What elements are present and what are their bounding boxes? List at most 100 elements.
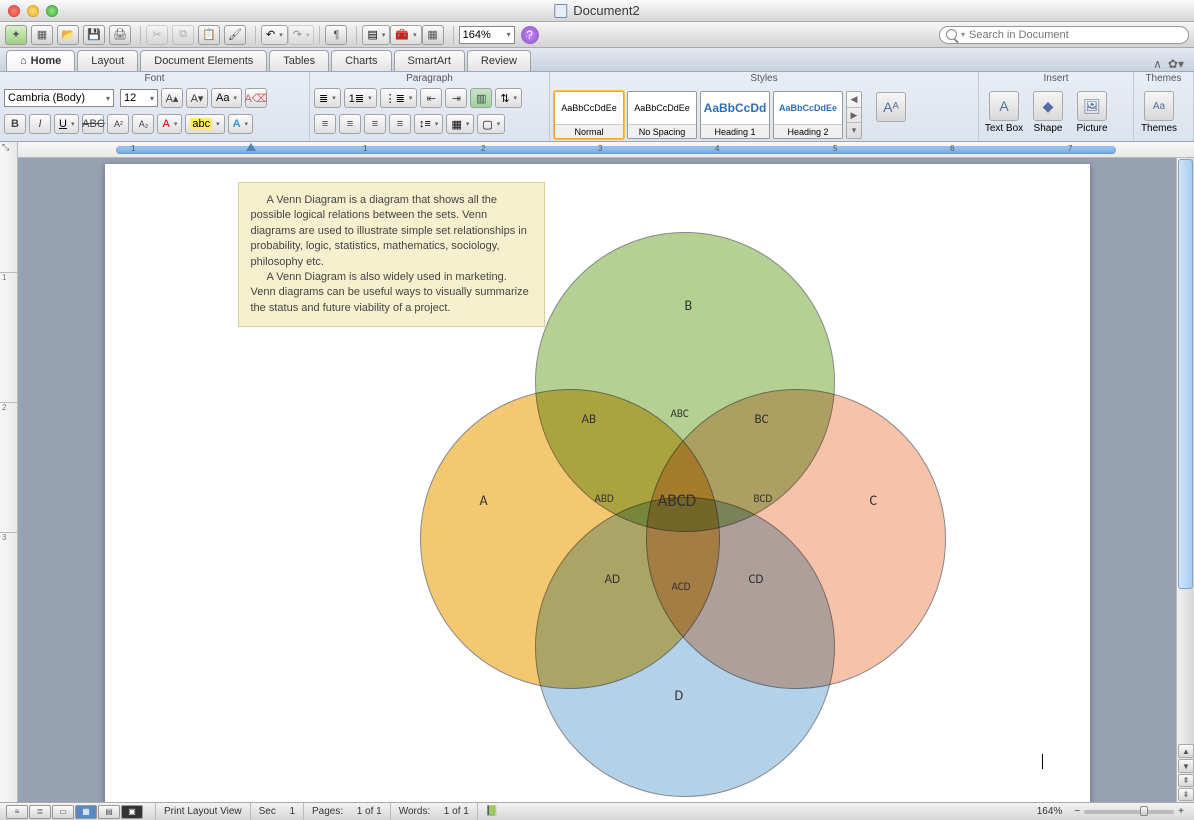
borders-button[interactable]: ▢ <box>477 114 505 134</box>
style-heading-2[interactable]: AaBbCcDdEeHeading 2 <box>773 91 843 139</box>
scroll-down-icon[interactable]: ▼ <box>1178 759 1194 773</box>
status-pages[interactable]: Pages: 1 of 1 <box>303 803 390 820</box>
search-box[interactable]: ▾ <box>939 26 1189 44</box>
tab-home[interactable]: Home <box>6 50 75 71</box>
zoom-window-button[interactable] <box>46 5 58 17</box>
horizontal-ruler[interactable]: 1 1 2 3 4 5 6 7 <box>18 142 1194 158</box>
bold-button[interactable]: B <box>4 114 26 134</box>
first-line-indent-marker[interactable] <box>246 143 256 151</box>
sort-button[interactable]: ⇅ <box>495 88 522 108</box>
zoom-in-button[interactable]: + <box>1174 806 1188 817</box>
view-draft-button[interactable]: ≡ <box>6 805 28 819</box>
save-button[interactable]: 💾 <box>83 25 105 45</box>
venn-circle-d[interactable] <box>535 497 835 797</box>
open-button[interactable]: 📂 <box>57 25 79 45</box>
numbering-button[interactable]: 1≣ <box>344 88 377 108</box>
font-color-button[interactable]: A <box>157 114 182 134</box>
subscript-button[interactable]: A₂ <box>132 114 154 134</box>
vertical-scrollbar[interactable]: ▲ ▼ ⇞ ⇟ <box>1176 158 1194 802</box>
next-page-icon[interactable]: ⇟ <box>1178 788 1194 801</box>
zoom-out-button[interactable]: − <box>1070 806 1084 817</box>
italic-button[interactable]: I <box>29 114 51 134</box>
group-themes-label: Themes <box>1138 72 1189 86</box>
tab-review[interactable]: Review <box>467 50 531 71</box>
styles-pane-button[interactable]: Aᴬ <box>870 89 912 141</box>
tab-tables[interactable]: Tables <box>269 50 329 71</box>
ribbon-collapse-icon[interactable]: ∧ <box>1153 57 1162 71</box>
font-size-combo[interactable]: 12 <box>120 89 158 107</box>
view-fullscreen-button[interactable]: ▣ <box>121 805 143 819</box>
tab-document-elements[interactable]: Document Elements <box>140 50 267 71</box>
bullets-button[interactable]: ≣ <box>314 88 341 108</box>
text-effects-button[interactable]: A <box>228 114 253 134</box>
columns-button[interactable]: ▥ <box>470 88 492 108</box>
align-center-button[interactable]: ≡ <box>339 114 361 134</box>
decrease-indent-button[interactable]: ⇤ <box>420 88 442 108</box>
align-right-button[interactable]: ≡ <box>364 114 386 134</box>
strike-button[interactable]: ABC <box>82 114 104 134</box>
shading-button[interactable]: ▦ <box>446 114 474 134</box>
help-button[interactable]: ? <box>521 26 539 44</box>
underline-button[interactable]: U <box>54 114 79 134</box>
page-scroll-area[interactable]: A Venn Diagram is a diagram that shows a… <box>18 158 1176 802</box>
tab-smartart[interactable]: SmartArt <box>394 50 465 71</box>
highlight-button[interactable]: abc <box>185 114 224 134</box>
status-zoom[interactable]: 164% <box>1029 803 1071 820</box>
print-button[interactable]: 🖨 <box>109 25 131 45</box>
insert-shape-button[interactable]: ◆Shape <box>1027 88 1069 140</box>
status-sec[interactable]: Sec 1 <box>250 803 303 820</box>
scroll-thumb[interactable] <box>1178 159 1193 589</box>
justify-button[interactable]: ≡ <box>389 114 411 134</box>
view-print-layout-button[interactable]: ▦ <box>75 805 97 819</box>
shrink-font-button[interactable]: A▾ <box>186 88 208 108</box>
close-window-button[interactable] <box>8 5 20 17</box>
increase-indent-button[interactable]: ⇥ <box>445 88 467 108</box>
search-input[interactable] <box>969 29 1182 41</box>
redo-button[interactable]: ↷ <box>288 25 315 45</box>
view-publishing-button[interactable]: ▭ <box>52 805 74 819</box>
view-notebook-button[interactable]: ▤ <box>98 805 120 819</box>
scroll-up-icon[interactable]: ▲ <box>1178 744 1194 758</box>
style-heading-1[interactable]: AaBbCcDdHeading 1 <box>700 91 770 139</box>
minimize-window-button[interactable] <box>27 5 39 17</box>
multilevel-button[interactable]: ⋮≣ <box>380 88 418 108</box>
gallery-button[interactable]: ▦ <box>422 25 444 45</box>
undo-button[interactable]: ↶ <box>261 25 288 45</box>
format-painter-button[interactable]: 🖌 <box>224 25 246 45</box>
clear-formatting-button[interactable]: A⌫ <box>245 88 267 108</box>
copy-button[interactable]: ⧉ <box>172 25 194 45</box>
status-view[interactable]: Print Layout View <box>155 803 250 820</box>
tab-charts[interactable]: Charts <box>331 50 391 71</box>
document-page[interactable]: A Venn Diagram is a diagram that shows a… <box>105 164 1090 802</box>
grow-font-button[interactable]: A▴ <box>161 88 183 108</box>
font-name-combo[interactable]: Cambria (Body) <box>4 89 114 107</box>
vertical-ruler[interactable]: ⤡ 1 2 3 <box>0 142 18 802</box>
venn-diagram[interactable]: B A C D AB BC AD CD ABC ABD ACD BCD ABCD <box>420 232 950 797</box>
zoom-combo[interactable]: 164% <box>459 26 515 44</box>
view-outline-button[interactable]: ≣ <box>29 805 51 819</box>
prev-page-icon[interactable]: ⇞ <box>1178 774 1194 787</box>
themes-button[interactable]: AaThemes <box>1138 88 1180 140</box>
ribbon-settings-icon[interactable]: ✿▾ <box>1168 57 1184 71</box>
change-case-button[interactable]: Aa <box>211 88 242 108</box>
insert-textbox-button[interactable]: AText Box <box>983 88 1025 140</box>
style-normal[interactable]: AaBbCcDdEeNormal <box>554 91 624 139</box>
template-button[interactable]: ▦ <box>31 25 53 45</box>
cut-button[interactable]: ✂ <box>146 25 168 45</box>
paste-button[interactable]: 📋 <box>198 25 220 45</box>
line-spacing-button[interactable]: ↕≡ <box>414 114 443 134</box>
insert-picture-button[interactable]: 🖼Picture <box>1071 88 1113 140</box>
show-marks-button[interactable]: ¶ <box>325 25 347 45</box>
status-spellcheck[interactable]: 📗 <box>477 803 506 820</box>
zoom-slider[interactable] <box>1084 810 1174 814</box>
style-no-spacing[interactable]: AaBbCcDdEeNo Spacing <box>627 91 697 139</box>
new-doc-button[interactable]: ✦ <box>5 25 27 45</box>
sidebar-toggle-button[interactable]: ▤ <box>362 25 390 45</box>
toolbox-button[interactable]: 🧰 <box>390 25 421 45</box>
align-left-button[interactable]: ≡ <box>314 114 336 134</box>
document-area: ⤡ 1 2 3 1 1 2 3 4 5 6 7 A Venn Diagram i… <box>0 142 1194 802</box>
tab-layout[interactable]: Layout <box>77 50 138 71</box>
styles-scroll[interactable]: ◀▶▾ <box>846 91 862 139</box>
superscript-button[interactable]: A² <box>107 114 129 134</box>
status-words[interactable]: Words: 1 of 1 <box>390 803 477 820</box>
